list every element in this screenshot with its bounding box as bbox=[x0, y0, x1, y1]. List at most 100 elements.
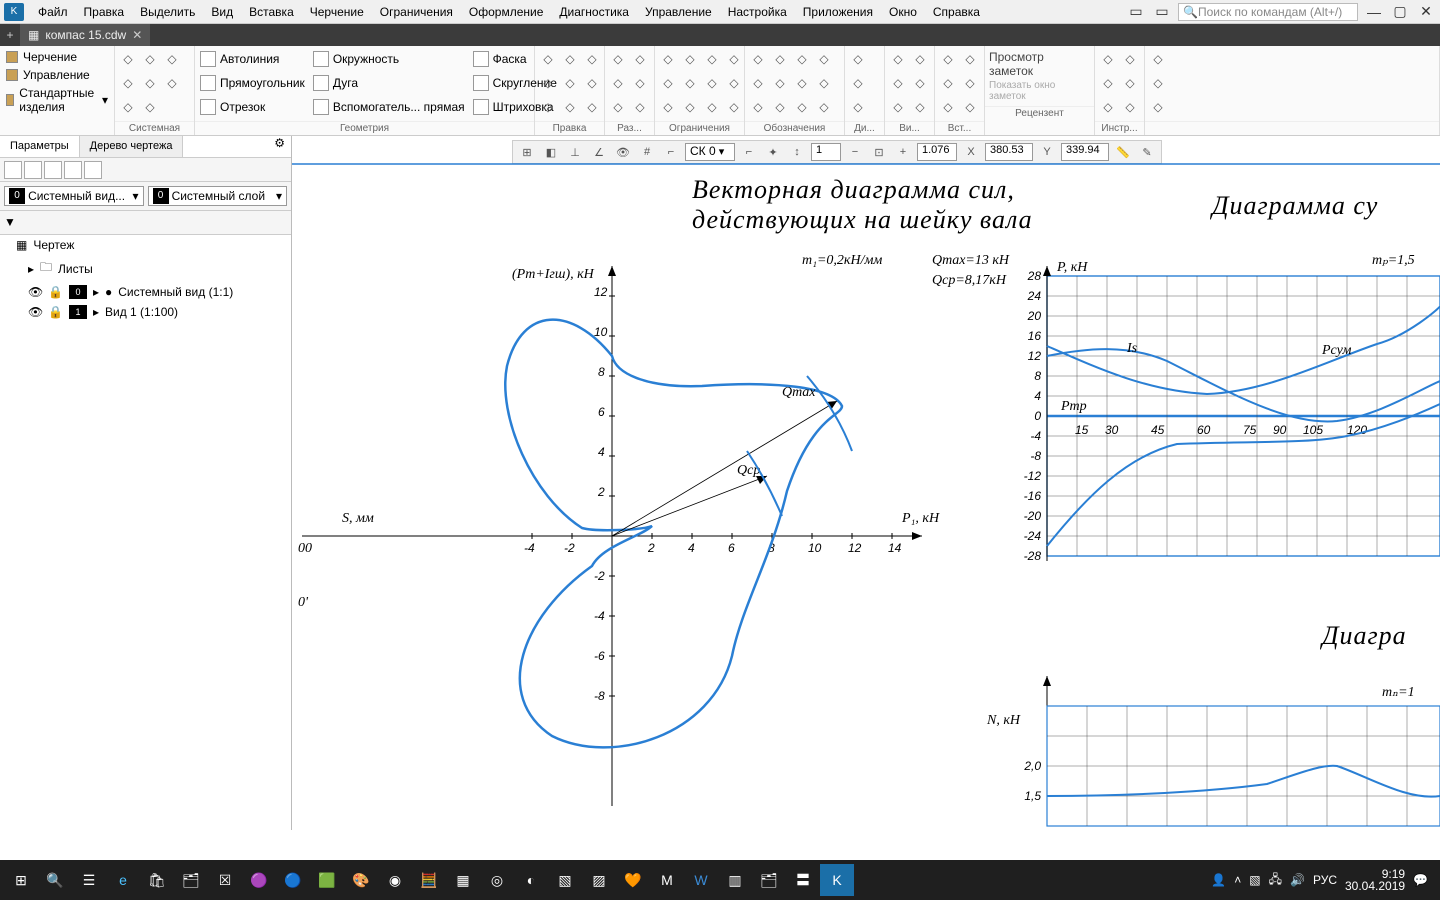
calc-icon[interactable]: 🧮 bbox=[412, 864, 446, 896]
panel-settings-icon[interactable]: ⚙ bbox=[268, 136, 291, 157]
layout-icon-2[interactable]: ▭ bbox=[1152, 3, 1172, 20]
tree-root[interactable]: ▦Чертеж bbox=[0, 235, 291, 255]
ins-icon-2[interactable] bbox=[959, 48, 981, 70]
tray-volume-icon[interactable]: 🔊 bbox=[1290, 873, 1305, 887]
tray-nvidia-icon[interactable]: ▧ bbox=[1249, 873, 1260, 887]
tool-icon-a1[interactable] bbox=[1097, 48, 1119, 70]
con-icon-7[interactable] bbox=[701, 72, 723, 94]
tray-lang[interactable]: РУС bbox=[1313, 873, 1337, 887]
tool-segment[interactable]: Отрезок bbox=[197, 96, 308, 118]
menu-apps[interactable]: Приложения bbox=[795, 5, 881, 19]
panel-tool-4[interactable] bbox=[64, 161, 82, 179]
tray-notifications-icon[interactable]: 💬 bbox=[1413, 873, 1428, 887]
steam-icon[interactable]: ◐ bbox=[514, 864, 548, 896]
ann-icon-8[interactable] bbox=[813, 72, 835, 94]
tool-icon-a4[interactable] bbox=[1119, 72, 1141, 94]
menu-formatting[interactable]: Оформление bbox=[461, 5, 551, 19]
app-icon-9[interactable]: ▨ bbox=[582, 864, 616, 896]
ann-icon-4[interactable] bbox=[813, 48, 835, 70]
con-icon-1[interactable] bbox=[657, 48, 679, 70]
properties-icon[interactable] bbox=[161, 72, 183, 94]
maximize-button[interactable]: ▢ bbox=[1390, 3, 1410, 20]
con-icon-9[interactable] bbox=[657, 96, 679, 118]
task-view-icon[interactable]: ☰ bbox=[72, 864, 106, 896]
menu-management[interactable]: Управление bbox=[637, 5, 720, 19]
tree-view1[interactable]: 👁🔒1 ▸ Вид 1 (1:100) bbox=[0, 302, 291, 322]
tree-sysview[interactable]: 👁🔒0 ▸ ● Системный вид (1:1) bbox=[0, 282, 291, 302]
tool-rectangle[interactable]: Прямоугольник bbox=[197, 72, 308, 94]
print-icon[interactable] bbox=[117, 72, 139, 94]
visibility-icon[interactable]: 👁 bbox=[28, 305, 42, 319]
menu-select[interactable]: Выделить bbox=[132, 5, 203, 19]
ann-icon-9[interactable] bbox=[747, 96, 769, 118]
preview-icon[interactable] bbox=[139, 72, 161, 94]
tool-icon-a6[interactable] bbox=[1119, 96, 1141, 118]
menu-drafting[interactable]: Черчение bbox=[302, 5, 372, 19]
tree-sheets[interactable]: ▸ 🗀 Листы bbox=[0, 255, 291, 282]
edit-icon-6[interactable] bbox=[581, 72, 603, 94]
ann-icon-2[interactable] bbox=[769, 48, 791, 70]
chrome-icon[interactable]: ◉ bbox=[378, 864, 412, 896]
edit-icon-1[interactable] bbox=[537, 48, 559, 70]
dim-icon-2[interactable] bbox=[629, 48, 651, 70]
tray-clock[interactable]: 9:19 30.04.2019 bbox=[1345, 868, 1405, 892]
con-icon-10[interactable] bbox=[679, 96, 701, 118]
misc-icon-1[interactable] bbox=[1147, 48, 1169, 70]
con-icon-6[interactable] bbox=[679, 72, 701, 94]
panel-tab-parameters[interactable]: Параметры bbox=[0, 136, 80, 157]
kompas-taskbar-icon[interactable]: K bbox=[820, 864, 854, 896]
con-icon-3[interactable] bbox=[701, 48, 723, 70]
diag-icon-1[interactable] bbox=[847, 48, 869, 70]
view-selector[interactable]: 0 Системный вид...▾ bbox=[4, 186, 144, 206]
diag-icon-3[interactable] bbox=[847, 96, 869, 118]
panel-tool-5[interactable] bbox=[84, 161, 102, 179]
document-tab[interactable]: ▦ компас 15.cdw ✕ bbox=[20, 24, 150, 46]
edit-icon-5[interactable] bbox=[559, 72, 581, 94]
context-stdparts[interactable]: Стандартные изделия ▾ bbox=[6, 86, 108, 114]
tray-network-icon[interactable]: 🖧 bbox=[1269, 870, 1282, 891]
tool-arc[interactable]: Дуга bbox=[310, 72, 468, 94]
start-button[interactable]: ⊞ bbox=[4, 864, 38, 896]
filter-input[interactable] bbox=[24, 216, 287, 230]
panel-tool-1[interactable] bbox=[4, 161, 22, 179]
tool-circle[interactable]: Окружность bbox=[310, 48, 468, 70]
close-button[interactable]: ✕ bbox=[1416, 3, 1436, 20]
word-icon[interactable]: W bbox=[684, 864, 718, 896]
view-icon-5[interactable] bbox=[887, 96, 909, 118]
ann-icon-10[interactable] bbox=[769, 96, 791, 118]
layout-icon-1[interactable]: ▭ bbox=[1126, 3, 1146, 20]
diag-icon-2[interactable] bbox=[847, 72, 869, 94]
store-icon[interactable]: 🛍 bbox=[140, 864, 174, 896]
ins-icon-6[interactable] bbox=[959, 96, 981, 118]
open-icon[interactable] bbox=[139, 48, 161, 70]
menu-constraints[interactable]: Ограничения bbox=[372, 5, 461, 19]
con-icon-5[interactable] bbox=[657, 72, 679, 94]
explorer-icon[interactable]: 🗂 bbox=[174, 864, 208, 896]
dim-icon-6[interactable] bbox=[629, 96, 651, 118]
panel-tool-2[interactable] bbox=[24, 161, 42, 179]
menu-help[interactable]: Справка bbox=[925, 5, 988, 19]
dim-icon-1[interactable] bbox=[607, 48, 629, 70]
tray-chevron-icon[interactable]: ˄ bbox=[1234, 873, 1241, 887]
app-icon-3[interactable]: 🔵 bbox=[276, 864, 310, 896]
view-icon-2[interactable] bbox=[909, 48, 931, 70]
tool-autoline[interactable]: Автолиния bbox=[197, 48, 308, 70]
con-icon-8[interactable] bbox=[723, 72, 745, 94]
ann-icon-6[interactable] bbox=[769, 72, 791, 94]
menu-window[interactable]: Окно bbox=[881, 5, 925, 19]
panel-tool-3[interactable] bbox=[44, 161, 62, 179]
app-icon-13[interactable]: 🗂 bbox=[752, 864, 786, 896]
app-icon-14[interactable]: 〓 bbox=[786, 864, 820, 896]
tool-icon-a5[interactable] bbox=[1097, 96, 1119, 118]
command-search[interactable]: 🔍 Поиск по командам (Alt+/) bbox=[1178, 3, 1358, 21]
context-drafting[interactable]: Черчение bbox=[6, 50, 108, 64]
app-icon-4[interactable]: 🟩 bbox=[310, 864, 344, 896]
dim-icon-4[interactable] bbox=[629, 72, 651, 94]
app-icon-10[interactable]: 🧡 bbox=[616, 864, 650, 896]
app-icon-2[interactable]: 🟣 bbox=[242, 864, 276, 896]
lock-icon[interactable]: 🔒 bbox=[48, 305, 63, 319]
edit-icon-4[interactable] bbox=[537, 72, 559, 94]
edit-icon-7[interactable] bbox=[537, 96, 559, 118]
layer-selector[interactable]: 0 Системный слой▾ bbox=[148, 186, 288, 206]
notes-view-button[interactable]: Просмотр заметок bbox=[989, 50, 1091, 78]
